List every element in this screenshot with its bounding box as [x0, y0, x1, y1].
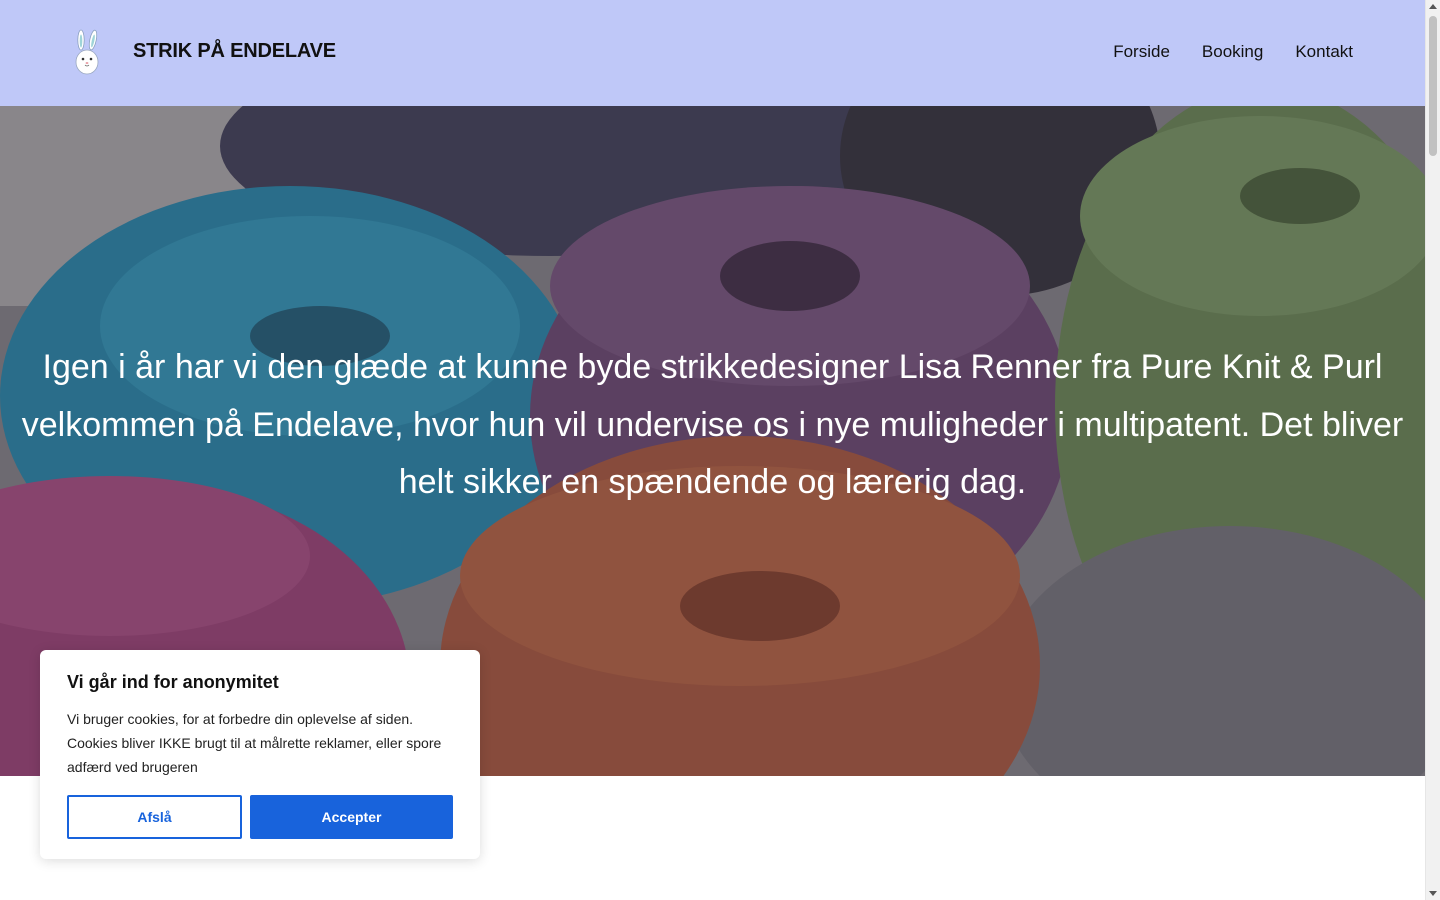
bunny-icon[interactable]: [68, 28, 106, 76]
scroll-down-arrow-icon[interactable]: [1429, 891, 1437, 896]
nav-item-kontakt[interactable]: Kontakt: [1295, 42, 1353, 62]
site-title[interactable]: STRIK PÅ ENDELAVE: [133, 40, 336, 63]
nav-item-booking[interactable]: Booking: [1202, 42, 1263, 62]
scroll-up-arrow-icon[interactable]: [1429, 4, 1437, 9]
cookie-text: Vi bruger cookies, for at forbedre din o…: [67, 711, 442, 775]
site-header: STRIK PÅ ENDELAVE Forside Booking Kontak…: [0, 0, 1425, 106]
cookie-banner: Vi går ind for anonymitet Vi bruger cook…: [40, 650, 480, 859]
scrollbar[interactable]: [1425, 0, 1440, 900]
main-nav: Forside Booking Kontakt: [1113, 42, 1353, 62]
nav-item-forside[interactable]: Forside: [1113, 42, 1170, 62]
page: STRIK PÅ ENDELAVE Forside Booking Kontak…: [0, 0, 1425, 900]
decline-button[interactable]: Afslå: [67, 795, 242, 839]
hero-text: Igen i år har vi den glæde at kunne byde…: [21, 348, 1404, 501]
scroll-thumb[interactable]: [1429, 16, 1437, 156]
cookie-title: Vi går ind for anonymitet: [67, 672, 279, 692]
accept-button[interactable]: Accepter: [250, 795, 453, 839]
